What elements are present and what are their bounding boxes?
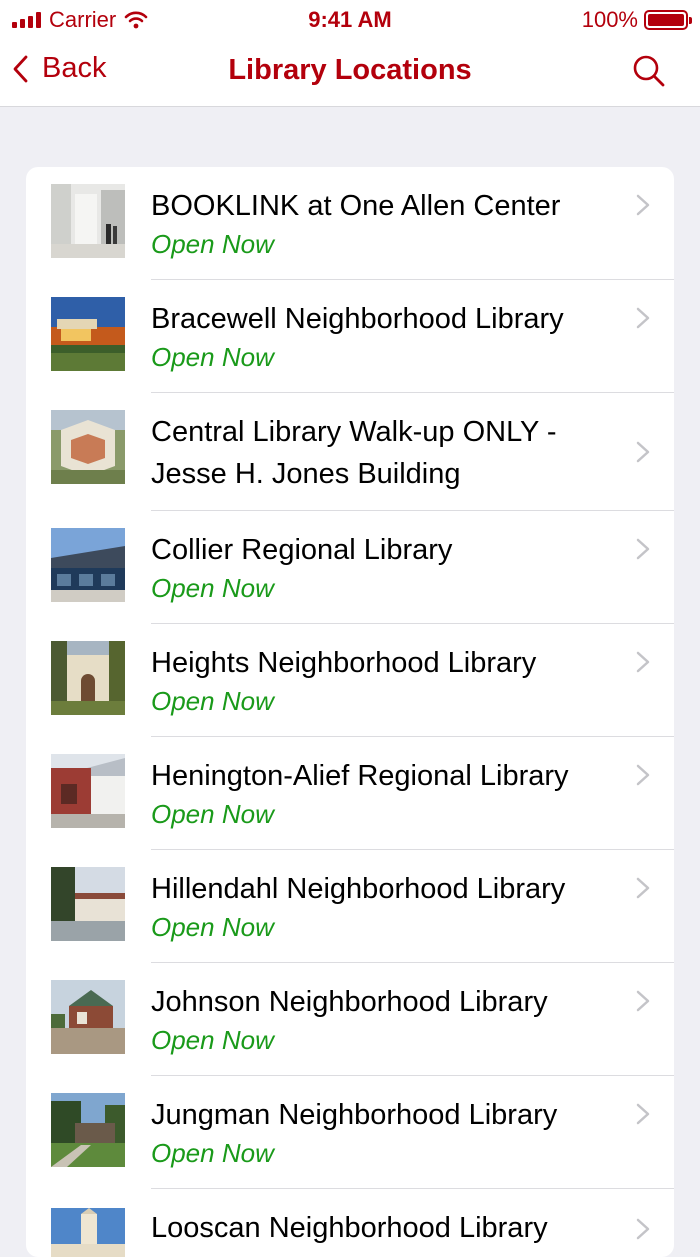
location-thumbnail [51,184,125,258]
location-name: Johnson Neighborhood Library [151,986,548,1018]
location-thumbnail [51,410,125,484]
chevron-right-icon [636,307,650,329]
location-thumbnail [51,754,125,828]
chevron-right-icon [636,194,650,216]
location-name: Henington-Alief Regional Library [151,760,569,792]
location-status: Open Now [151,912,274,942]
chevron-right-icon [636,441,650,463]
location-status: Open Now [151,1025,274,1055]
location-name: Bracewell Neighborhood Library [151,303,564,335]
locations-list: BOOKLINK at One Allen Center Open Now Br… [26,167,674,1257]
chevron-right-icon [636,990,650,1012]
chevron-right-icon [636,764,650,786]
battery-icon [644,10,692,30]
location-name: Collier Regional Library [151,534,453,566]
list-item-henington-alief[interactable]: Henington-Alief Regional Library Open No… [26,737,674,850]
location-name: Hillendahl Neighborhood Library [151,873,566,905]
chevron-right-icon [636,1103,650,1125]
location-thumbnail [51,641,125,715]
location-thumbnail [51,1093,125,1167]
chevron-right-icon [636,538,650,560]
status-bar: Carrier 9:41 AM 100% [0,0,700,40]
search-icon[interactable] [632,54,666,88]
location-status: Open Now [151,573,274,603]
list-item-looscan[interactable]: Looscan Neighborhood Library [26,1189,674,1257]
location-name: Heights Neighborhood Library [151,647,537,679]
list-item-jungman[interactable]: Jungman Neighborhood Library Open Now [26,1076,674,1189]
location-status: Open Now [151,342,274,372]
back-label: Back [42,52,107,84]
location-status: Open Now [151,799,274,829]
list-item-heights[interactable]: Heights Neighborhood Library Open Now [26,624,674,737]
location-thumbnail [51,1208,125,1257]
chevron-right-icon [636,877,650,899]
back-button[interactable]: Back [12,52,106,85]
nav-bar: Back Library Locations [0,40,700,107]
location-thumbnail [51,867,125,941]
list-item-johnson[interactable]: Johnson Neighborhood Library Open Now [26,963,674,1076]
list-item-central[interactable]: Central Library Walk-up ONLY - Jesse H. … [26,393,674,511]
location-thumbnail [51,297,125,371]
battery-percent: 100% [581,7,638,32]
location-name: BOOKLINK at One Allen Center [151,190,561,222]
location-thumbnail [51,528,125,602]
location-name: Jungman Neighborhood Library [151,1099,558,1131]
location-name: Looscan Neighborhood Library [151,1212,548,1244]
chevron-left-icon [13,55,28,82]
chevron-right-icon [636,1218,650,1240]
location-name: Central Library Walk-up ONLY - Jesse H. … [151,416,557,490]
location-status: Open Now [151,686,274,716]
list-item-booklink[interactable]: BOOKLINK at One Allen Center Open Now [26,167,674,280]
list-item-hillendahl[interactable]: Hillendahl Neighborhood Library Open Now [26,850,674,963]
list-item-bracewell[interactable]: Bracewell Neighborhood Library Open Now [26,280,674,393]
location-status: Open Now [151,229,274,259]
list-item-collier[interactable]: Collier Regional Library Open Now [26,511,674,624]
status-right: 100% [581,7,692,33]
location-thumbnail [51,980,125,1054]
location-status: Open Now [151,1138,274,1168]
chevron-right-icon [636,651,650,673]
